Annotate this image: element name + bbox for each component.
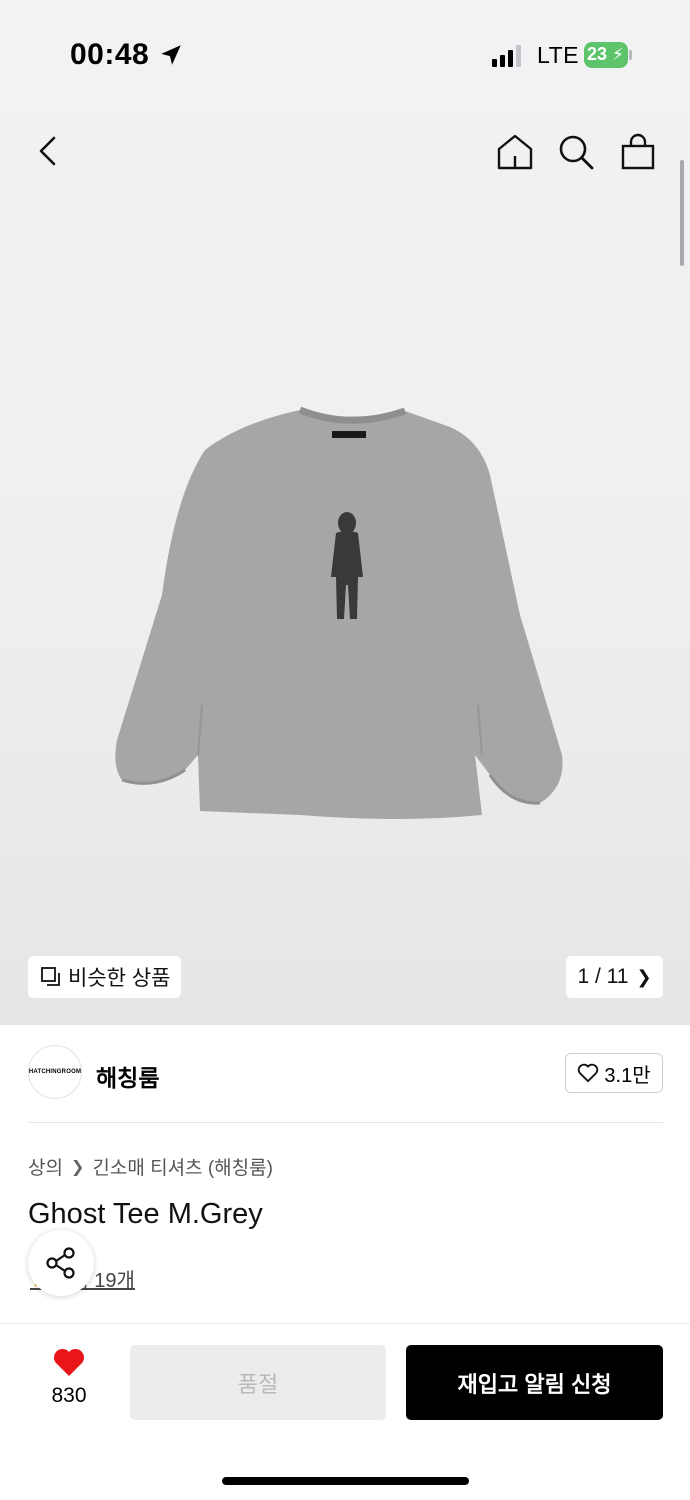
home-button[interactable] xyxy=(495,132,535,172)
battery-icon: 23 ⚡ xyxy=(584,42,632,68)
search-button[interactable] xyxy=(556,132,596,172)
restock-alert-button[interactable]: 재입고 알림 신청 xyxy=(406,1345,663,1420)
product-title: Ghost Tee M.Grey xyxy=(28,1198,263,1230)
shopping-bag-button[interactable] xyxy=(618,132,658,172)
brand-name[interactable]: 해칭룸 xyxy=(96,1059,159,1093)
image-counter-button[interactable]: 1 / 11 ❯ xyxy=(566,956,663,998)
shopping-bag-icon xyxy=(621,133,655,170)
network-type: LTE xyxy=(537,42,579,68)
share-icon xyxy=(46,1247,75,1279)
chevron-right-icon: ❯ xyxy=(636,966,652,987)
chevron-right-icon: ❯ xyxy=(70,1158,85,1176)
brand-like-count: 3.1만 xyxy=(604,1064,651,1087)
product-photo[interactable] xyxy=(100,395,580,825)
soldout-button[interactable]: 품절 xyxy=(130,1345,386,1420)
similar-products-button[interactable]: 비슷한 상품 xyxy=(28,956,181,998)
status-time: 00:48 xyxy=(70,38,150,71)
brand-row: HATCHINGROOM 해칭룸 3.1만 xyxy=(28,1045,663,1101)
wishlist-count: 830 xyxy=(51,1384,87,1407)
share-button[interactable] xyxy=(28,1230,94,1296)
cellular-signal-icon xyxy=(492,45,521,67)
search-icon xyxy=(559,135,594,170)
similar-products-label: 비슷한 상품 xyxy=(68,967,171,990)
location-arrow-icon xyxy=(161,45,181,65)
chevron-left-icon xyxy=(39,136,56,166)
image-counter-text: 1 / 11 xyxy=(577,965,629,988)
back-button[interactable] xyxy=(30,132,68,170)
heart-outline-icon xyxy=(578,1063,599,1083)
breadcrumb: 상의 ❯ 긴소매 티셔츠 (해칭룸) xyxy=(28,1153,273,1180)
charging-bolt-icon: ⚡ xyxy=(612,45,624,64)
wishlist-button[interactable]: 830 xyxy=(40,1348,98,1416)
battery-percent: 23 xyxy=(587,44,608,64)
home-icon xyxy=(497,134,533,170)
copy-squares-icon xyxy=(41,967,60,986)
breadcrumb-category[interactable]: 상의 xyxy=(28,1153,63,1180)
heart-filled-icon xyxy=(53,1348,85,1376)
brand-logo[interactable]: HATCHINGROOM xyxy=(28,1045,82,1099)
status-bar: 00:48 LTE 23 ⚡ xyxy=(0,0,690,112)
divider xyxy=(28,1122,663,1123)
home-indicator[interactable] xyxy=(222,1477,469,1485)
scrollbar[interactable] xyxy=(680,160,684,266)
breadcrumb-subcategory[interactable]: 긴소매 티셔츠 (해칭룸) xyxy=(92,1153,273,1180)
brand-like-button[interactable]: 3.1만 xyxy=(565,1053,663,1093)
